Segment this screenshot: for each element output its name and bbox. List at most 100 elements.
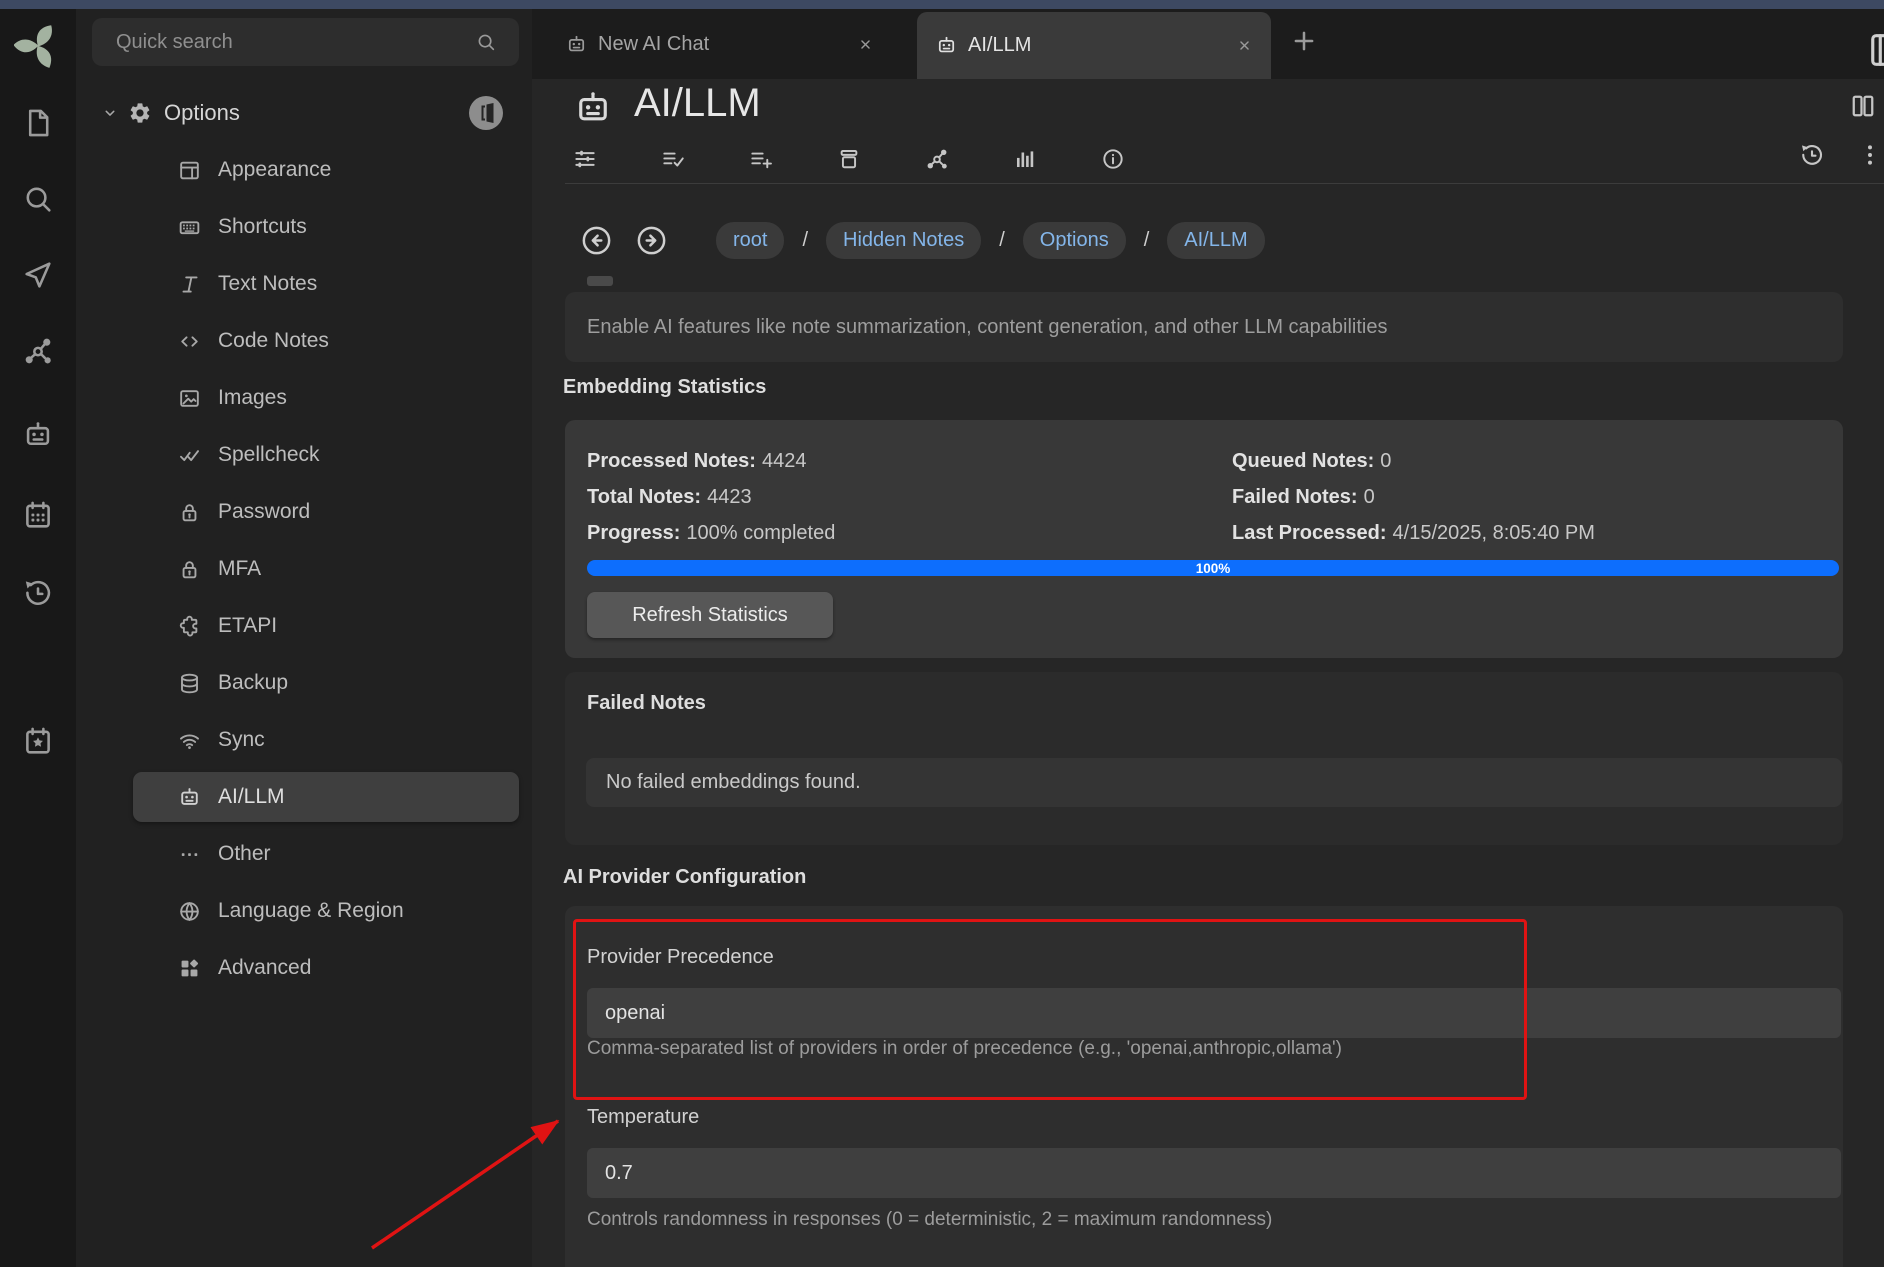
sidebar-item-label: MFA (218, 557, 261, 581)
database-icon (177, 671, 202, 696)
sidebar-item-other[interactable]: Other (133, 829, 519, 879)
sidebar-item-password[interactable]: Password (133, 487, 519, 537)
share-graph-icon[interactable] (21, 334, 55, 368)
ai-intro-text: Enable AI features like note summarizati… (565, 316, 1387, 339)
archive-icon[interactable] (829, 139, 869, 179)
chevron-down-icon[interactable] (100, 103, 120, 123)
failed-notes-empty-message: No failed embeddings found. (586, 758, 1842, 807)
sidebar-item-options[interactable]: Options (76, 88, 532, 138)
document-icon[interactable] (21, 106, 55, 140)
cutoff-control (587, 276, 613, 286)
stat-last-processed: Last Processed:4/15/2025, 8:05:40 PM (1232, 522, 1595, 546)
robot-icon[interactable] (572, 87, 614, 129)
sidebar-item-label: Backup (218, 671, 288, 695)
search-placeholder: Quick search (92, 31, 475, 54)
provider-precedence-label: Provider Precedence (587, 946, 774, 969)
search-input[interactable]: Quick search (92, 18, 519, 66)
bar-chart-icon[interactable] (1005, 139, 1045, 179)
kebab-icon[interactable] (1856, 141, 1884, 169)
ellipsis-icon (177, 842, 202, 867)
sidebar-item-code-notes[interactable]: Code Notes (133, 316, 519, 366)
tab-label: AI/LLM (968, 34, 1236, 57)
stat-total-notes: Total Notes:4423 (587, 486, 835, 510)
sidebar-item-advanced[interactable]: Advanced (133, 943, 519, 993)
sidebar-item-sync[interactable]: Sync (133, 715, 519, 765)
lock-icon (177, 500, 202, 525)
sidebar-item-ai-llm[interactable]: AI/LLM (133, 772, 519, 822)
sidebar-item-backup[interactable]: Backup (133, 658, 519, 708)
list-plus-icon[interactable] (741, 139, 781, 179)
breadcrumb-separator: / (1144, 229, 1150, 252)
back-button[interactable] (580, 224, 613, 257)
share-graph-icon[interactable] (917, 139, 957, 179)
history-icon[interactable] (1798, 141, 1826, 169)
tab-new-ai-chat[interactable]: New AI Chat (547, 9, 892, 79)
grid-diamond-icon (177, 956, 202, 981)
keyboard-icon (177, 215, 202, 240)
gear-icon (128, 101, 152, 125)
sidebar-item-etapi[interactable]: ETAPI (133, 601, 519, 651)
temperature-help: Controls randomness in responses (0 = de… (587, 1209, 1272, 1231)
sidebar-item-label: ETAPI (218, 614, 277, 638)
double-check-icon (177, 443, 202, 468)
sidebar-item-shortcuts[interactable]: Shortcuts (133, 202, 519, 252)
breadcrumb-item-ai-llm[interactable]: AI/LLM (1167, 222, 1264, 259)
history-icon[interactable] (21, 576, 55, 610)
close-icon[interactable] (1236, 37, 1253, 54)
stats-left-column: Processed Notes:4424Total Notes:4423Prog… (587, 450, 835, 558)
hoist-button[interactable] (469, 96, 503, 130)
tab-ai-llm[interactable]: AI/LLM (917, 12, 1271, 79)
stat-failed-notes: Failed Notes:0 (1232, 486, 1595, 510)
breadcrumb-item-root[interactable]: root (716, 222, 784, 259)
image-icon (177, 386, 202, 411)
ai-provider-configuration-heading: AI Provider Configuration (563, 866, 806, 889)
list-check-icon[interactable] (653, 139, 693, 179)
info-icon[interactable] (1093, 139, 1133, 179)
note-title[interactable]: AI/LLM (634, 81, 761, 126)
refresh-statistics-button[interactable]: Refresh Statistics (587, 592, 833, 638)
search-icon[interactable] (21, 182, 55, 216)
window-top-strip (0, 0, 1884, 9)
puzzle-icon (177, 614, 202, 639)
sidebar-item-spellcheck[interactable]: Spellcheck (133, 430, 519, 480)
layout-icon (177, 158, 202, 183)
search-icon[interactable] (475, 31, 497, 53)
tab-label: New AI Chat (598, 33, 857, 56)
forward-button[interactable] (635, 224, 668, 257)
close-icon[interactable] (857, 36, 874, 53)
provider-precedence-input[interactable]: openai (587, 988, 1841, 1038)
robot-icon[interactable] (21, 418, 55, 452)
sidebar-item-label: Text Notes (218, 272, 317, 296)
lock-icon (177, 557, 202, 582)
trilium-logo-icon (14, 22, 62, 70)
wifi-icon (177, 728, 202, 753)
sidebar-item-label: Appearance (218, 158, 331, 182)
sidebar-item-label: Other (218, 842, 271, 866)
sidebar-item-mfa[interactable]: MFA (133, 544, 519, 594)
calendar-icon[interactable] (21, 498, 55, 532)
send-icon[interactable] (21, 258, 55, 292)
breadcrumb-item-options[interactable]: Options (1023, 222, 1126, 259)
sidebar-item-label: Shortcuts (218, 215, 307, 239)
temperature-input[interactable]: 0.7 (587, 1148, 1841, 1198)
new-tab-button[interactable] (1289, 26, 1319, 56)
sidebar-item-appearance[interactable]: Appearance (133, 145, 519, 195)
sidebar-item-label: Advanced (218, 956, 311, 980)
globe-icon (177, 899, 202, 924)
sidebar-item-text-notes[interactable]: Text Notes (133, 259, 519, 309)
breadcrumb-item-hidden-notes[interactable]: Hidden Notes (826, 222, 981, 259)
calendar-star-icon[interactable] (21, 724, 55, 758)
sidebar-item-language-region[interactable]: Language & Region (133, 886, 519, 936)
breadcrumb-separator: / (802, 229, 808, 252)
failed-notes-heading: Failed Notes (587, 692, 706, 715)
sidebar-item-images[interactable]: Images (133, 373, 519, 423)
split-columns-icon[interactable] (1848, 91, 1878, 121)
journal-icon[interactable] (1864, 29, 1884, 71)
sidebar-item-label: Code Notes (218, 329, 329, 353)
stats-right-column: Queued Notes:0Failed Notes:0Last Process… (1232, 450, 1595, 558)
breadcrumb-separator: / (999, 229, 1005, 252)
door-open-icon (474, 101, 498, 125)
tune-icon[interactable] (565, 139, 605, 179)
provider-precedence-help: Comma-separated list of providers in ord… (587, 1038, 1342, 1060)
note-detail-pane: AI/LLM root/Hidden Notes/Options/AI/LLM … (532, 79, 1884, 1267)
